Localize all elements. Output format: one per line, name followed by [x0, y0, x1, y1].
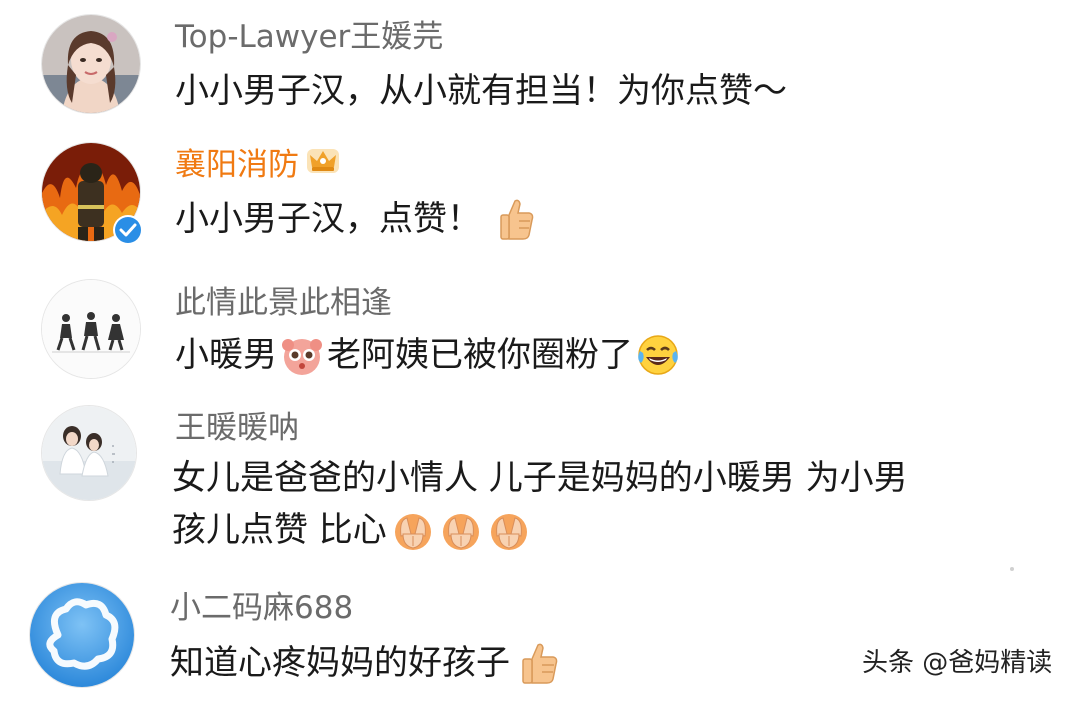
comment-text: 小小男子汉，从小就有担当！为你点赞～ [175, 68, 787, 114]
divider-dot [1010, 567, 1014, 571]
user-avatar[interactable] [42, 406, 136, 500]
verified-badge-icon [113, 215, 143, 245]
comment-text: 女儿是爸爸的小情人 儿子是妈妈的小暖男 为小男 [172, 455, 908, 501]
heart-hands-icon [439, 508, 483, 552]
thumbs-up-icon [497, 197, 535, 241]
comment-text: 孩儿点赞 比心 [172, 507, 533, 553]
comment-text-line: 小小男子汉，点赞！ [175, 199, 481, 239]
comment-text: 小暖男 老阿姨已被你圈粉了 [175, 332, 683, 378]
thumbs-up-icon [518, 641, 560, 685]
comment-username[interactable]: 此情此景此相逢 [175, 283, 392, 323]
comment-list-page: Top-Lawyer王媛芫 小小男子汉，从小就有担当！为你点赞～ 襄阳消防 小小… [0, 0, 1080, 702]
heart-hands-icon [391, 508, 435, 552]
comment-username[interactable]: Top-Lawyer王媛芫 [175, 17, 443, 57]
comment-text-line: 孩儿点赞 比心 [172, 510, 387, 550]
comment-username[interactable]: 王暖暖呐 [175, 408, 299, 448]
comment-text-line: 女儿是爸爸的小情人 儿子是妈妈的小暖男 为小男 [172, 458, 908, 498]
user-avatar[interactable] [42, 280, 140, 378]
comment-text-line: 知道心疼妈妈的好孩子 [170, 643, 510, 683]
comment-text: 小小男子汉，点赞！ [175, 196, 537, 242]
comment-text: 知道心疼妈妈的好孩子 [170, 640, 562, 686]
comment-text-line: 小小男子汉，从小就有担当！为你点赞～ [175, 71, 787, 111]
vip-username-text: 襄阳消防 [175, 147, 299, 183]
comment-text-after: 老阿姨已被你圈粉了 [327, 335, 633, 375]
laughing-tears-icon [635, 333, 681, 377]
crown-icon [305, 145, 341, 185]
comment-text-before: 小暖男 [175, 335, 277, 375]
user-avatar[interactable] [30, 583, 134, 687]
comment-username[interactable]: 小二码麻688 [170, 588, 353, 628]
user-avatar[interactable] [42, 15, 140, 113]
cute-face-icon [279, 333, 325, 377]
comment-username[interactable]: 襄阳消防 [175, 145, 341, 187]
watermark-text: 头条 @爸妈精读 [862, 648, 1053, 678]
heart-hands-icon [487, 508, 531, 552]
